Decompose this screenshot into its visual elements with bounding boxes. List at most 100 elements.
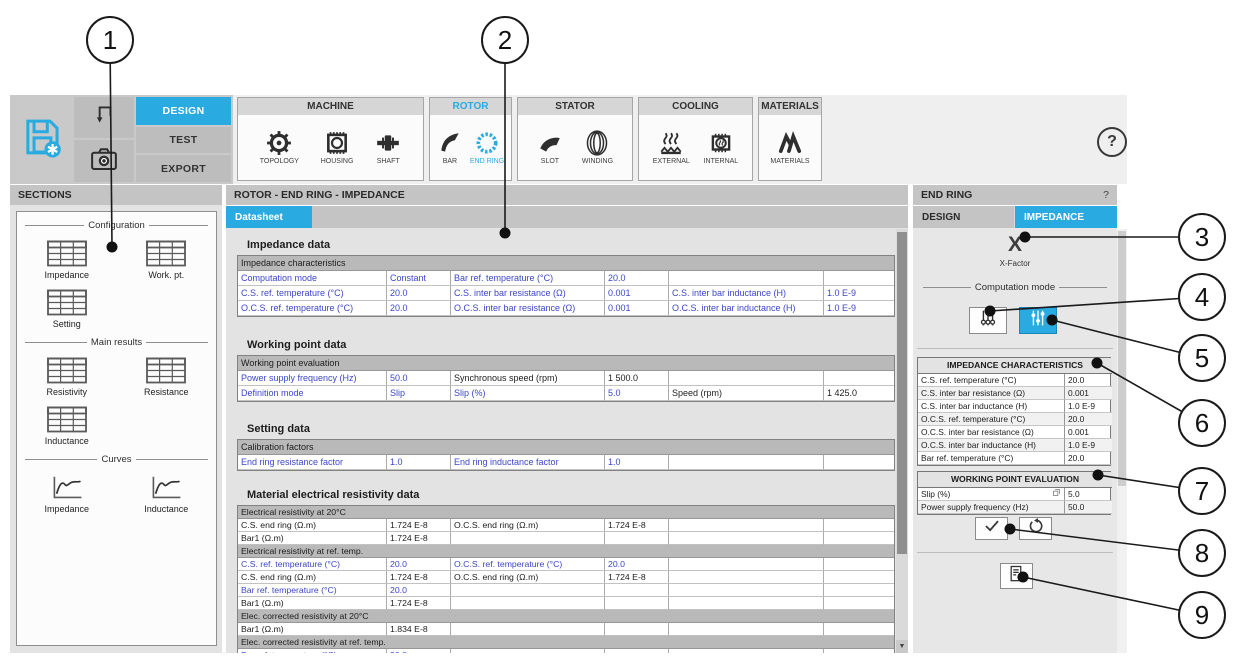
param-value[interactable]: 5.0 [1065, 488, 1112, 501]
undo-button[interactable] [74, 97, 134, 138]
param-label [669, 371, 824, 386]
param-label: O.C.S. ref. temperature (°C) [238, 301, 387, 316]
panel-table-title: WORKING POINT EVALUATION [918, 472, 1112, 488]
toolbar-item-bar[interactable]: BAR [437, 130, 463, 165]
param-value[interactable]: 20.0 [1065, 374, 1112, 387]
apply-button[interactable] [975, 517, 1008, 540]
param-value[interactable]: 20.0 [387, 584, 451, 597]
param-label: Definition mode [238, 386, 387, 401]
param-value[interactable]: 1.0 E-9 [824, 301, 894, 316]
sidebar-item-work-pt-[interactable]: Work. pt. [117, 240, 217, 280]
scrollbar-down-arrow[interactable]: ▼ [896, 640, 908, 653]
param-value[interactable]: 1.0 E-9 [1065, 400, 1112, 413]
scrollbar-thumb[interactable] [897, 232, 907, 554]
param-label [669, 649, 824, 653]
result-value [605, 649, 669, 653]
sidebar-item-impedance[interactable]: Impedance [17, 240, 117, 280]
panel-title: END RING [921, 189, 972, 201]
param-value[interactable]: 20.0 [387, 286, 451, 301]
param-label: Bar ref. temperature (°C) [918, 452, 1065, 465]
tab-design[interactable]: DESIGN [136, 97, 231, 125]
param-value[interactable]: 50.0 [1065, 501, 1112, 514]
param-value[interactable]: 20.0 [605, 271, 669, 286]
param-value[interactable]: 20.0 [387, 649, 451, 653]
param-value[interactable]: 1.0 E-9 [824, 286, 894, 301]
panel-help-icon[interactable]: ? [1103, 189, 1109, 201]
toolbar-item-internal[interactable]: INTERNAL [704, 130, 739, 165]
datasheet-table: Working point evaluationPower supply fre… [237, 355, 895, 402]
x-factor-button[interactable]: X [913, 235, 1117, 255]
panel-tabrow: DESIGN IMPEDANCE [913, 206, 1117, 228]
toolbar-item-label: WINDING [582, 158, 613, 165]
toolbar-item-winding[interactable]: WINDING [582, 130, 613, 165]
param-value[interactable]: 1.0 E-9 [1065, 439, 1112, 452]
tab-panel-impedance[interactable]: IMPEDANCE [1015, 206, 1117, 228]
topology-icon [266, 130, 292, 156]
toolbar-item-housing[interactable]: HOUSING [321, 130, 354, 165]
toolbar-group-body: TOPOLOGY HOUSING SHAFT [238, 115, 423, 180]
computation-mode-variable-button[interactable] [1019, 307, 1057, 334]
toolbar-item-label: END RING [470, 158, 504, 165]
reset-button[interactable] [1019, 517, 1052, 540]
param-value[interactable]: 5.0 [605, 386, 669, 401]
toolbar-group-label: COOLING [639, 98, 752, 115]
param-value[interactable]: 1.0 [605, 455, 669, 470]
param-value[interactable]: Constant [387, 271, 451, 286]
checkmark-icon [983, 517, 1001, 540]
param-value[interactable]: 20.0 [387, 558, 451, 571]
table-group-header: Electrical resistivity at 20°C [238, 506, 894, 519]
param-label: O.C.S. end ring (Ω.m) [451, 571, 605, 584]
param-label: Speed (rpm) [669, 386, 824, 401]
param-label [451, 649, 605, 653]
tab-panel-design[interactable]: DESIGN [913, 206, 1015, 228]
page-title-bar: ROTOR - END RING - IMPEDANCE [226, 185, 908, 205]
param-label: C.S. ref. temperature (°C) [238, 286, 387, 301]
screenshot-button[interactable] [74, 140, 134, 182]
param-value[interactable]: 0.001 [1065, 387, 1112, 400]
param-value[interactable]: 1.0 [387, 455, 451, 470]
toolbar-item-external[interactable]: EXTERNAL [653, 130, 690, 165]
sidebar-item-inductance[interactable]: Inductance [117, 474, 217, 514]
param-value[interactable]: 0.001 [1065, 426, 1112, 439]
param-value[interactable]: 20.0 [1065, 452, 1112, 465]
undo-arrow-icon [91, 102, 117, 133]
computation-mode-constant-button[interactable] [969, 307, 1007, 334]
toolbar-item-slot[interactable]: SLOT [537, 130, 563, 165]
toolbar-item-materials[interactable]: MATERIALS [770, 130, 809, 165]
param-value[interactable]: Slip [387, 386, 451, 401]
save-button[interactable] [12, 97, 72, 182]
toolbar-item-shaft[interactable]: SHAFT [375, 130, 401, 165]
sidebar-item-inductance[interactable]: Inductance [17, 406, 117, 446]
param-value[interactable]: 20.0 [387, 301, 451, 316]
export-report-button[interactable] [1000, 563, 1033, 589]
toolbar-item-end-ring[interactable]: END RING [470, 130, 504, 165]
tab-datasheet[interactable]: Datasheet [226, 206, 312, 228]
param-label [669, 597, 824, 610]
param-value[interactable]: 20.0 [605, 558, 669, 571]
result-value: 1.724 E-8 [387, 519, 451, 532]
tab-test[interactable]: TEST [136, 127, 231, 153]
param-label [669, 623, 824, 636]
section-heading: Material electrical resistivity data [247, 489, 908, 501]
param-label: C.S. end ring (Ω.m) [238, 571, 387, 584]
datasheet-table: Impedance characteristicsComputation mod… [237, 255, 895, 317]
datasheet-table: Electrical resistivity at 20°C C.S. end r… [237, 505, 895, 653]
result-value [605, 597, 669, 610]
param-label: O.C.S. inter bar inductance (H) [669, 301, 824, 316]
param-value[interactable]: 0.001 [605, 286, 669, 301]
result-value [824, 371, 894, 386]
tab-export[interactable]: EXPORT [136, 155, 231, 182]
sidebar-item-resistance[interactable]: Resistance [117, 357, 217, 397]
toolbar-item-topology[interactable]: TOPOLOGY [260, 130, 299, 165]
param-value[interactable]: 0.001 [605, 301, 669, 316]
sidebar-item-impedance[interactable]: Impedance [17, 474, 117, 514]
sidebar-item-resistivity[interactable]: Resistivity [17, 357, 117, 397]
result-value [605, 584, 669, 597]
table-group-header: Impedance characteristics [238, 256, 894, 271]
param-value[interactable]: 50.0 [387, 371, 451, 386]
help-icon[interactable]: ? [1097, 127, 1127, 157]
panel-scrollbar-thumb[interactable] [1118, 231, 1126, 486]
sidebar-item-setting[interactable]: Setting [17, 289, 117, 329]
table-icon [47, 240, 87, 267]
param-value[interactable]: 20.0 [1065, 413, 1112, 426]
